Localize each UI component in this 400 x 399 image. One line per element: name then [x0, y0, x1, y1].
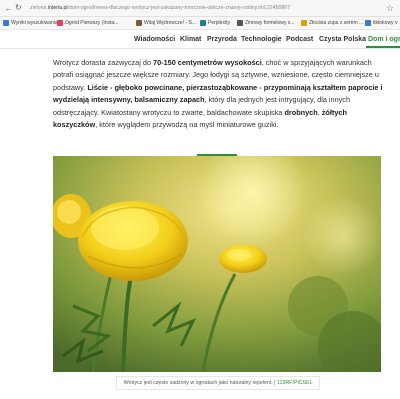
- bookmark-favicon-icon: [136, 20, 142, 26]
- url-text[interactable]: zielona.interia.pl/dom-ogrod/news-dlacze…: [30, 4, 290, 12]
- nav-item-technologie[interactable]: Technologie: [241, 35, 282, 44]
- bookmark-favicon-icon: [57, 20, 63, 26]
- marigold-illustration: [53, 156, 381, 372]
- article-paragraph: Wrotycz dorasta zazwyczaj do 70-150 cent…: [53, 58, 383, 130]
- bookmarks-bar: Wyniki wyszukiwania "... Ogród Pierwszy …: [0, 17, 400, 30]
- nav-item-wiadomosci[interactable]: Wiadomości: [134, 35, 175, 44]
- bookmark-item[interactable]: Ogród Pierwszy (Insta...: [57, 19, 118, 27]
- bookmark-favicon-icon: [237, 20, 243, 26]
- bookmark-item[interactable]: Perplexity: [200, 19, 230, 27]
- reload-icon[interactable]: ↻: [15, 3, 22, 13]
- bookmark-item[interactable]: Witaj Wędrowcze! - S...: [136, 19, 196, 27]
- nav-item-przyroda[interactable]: Przyroda: [207, 35, 237, 44]
- active-nav-indicator: [366, 46, 400, 48]
- bookmark-favicon-icon: [301, 20, 307, 26]
- nav-item-klimat[interactable]: Klimat: [180, 35, 201, 44]
- bookmark-star-icon[interactable]: ☆: [386, 3, 394, 13]
- back-icon[interactable]: ←: [4, 3, 13, 13]
- bookmark-item[interactable]: Złocista zupa z serem ...: [301, 19, 363, 27]
- bookmark-item[interactable]: tiktokowy v: [365, 19, 397, 27]
- site-nav: Wiadomości Klimat Przyroda Technologie P…: [0, 30, 400, 49]
- article-photo[interactable]: [53, 156, 381, 372]
- photo-credit[interactable]: 123RF/PICSEL: [277, 380, 312, 386]
- bookmark-item[interactable]: Zimowy formelowy s...: [237, 19, 294, 27]
- nav-item-dom-i-ogrod[interactable]: Dom i ogr: [368, 35, 400, 44]
- figure-caption-box: Wrotycz jest często sadzony w ogrodach j…: [116, 376, 320, 390]
- bookmark-item[interactable]: Wyniki wyszukiwania "...: [3, 19, 65, 27]
- bookmark-favicon-icon: [200, 20, 206, 26]
- nav-item-podcast[interactable]: Podcast: [286, 35, 313, 44]
- address-bar[interactable]: ← ↻ zielona.interia.pl/dom-ogrod/news-dl…: [0, 0, 400, 17]
- figure-caption: Wrotycz jest często sadzony w ogrodach j…: [123, 380, 313, 386]
- bookmark-favicon-icon: [365, 20, 371, 26]
- bookmark-favicon-icon: [3, 20, 9, 26]
- nav-item-czysta-polska[interactable]: Czysta Polska: [319, 35, 366, 44]
